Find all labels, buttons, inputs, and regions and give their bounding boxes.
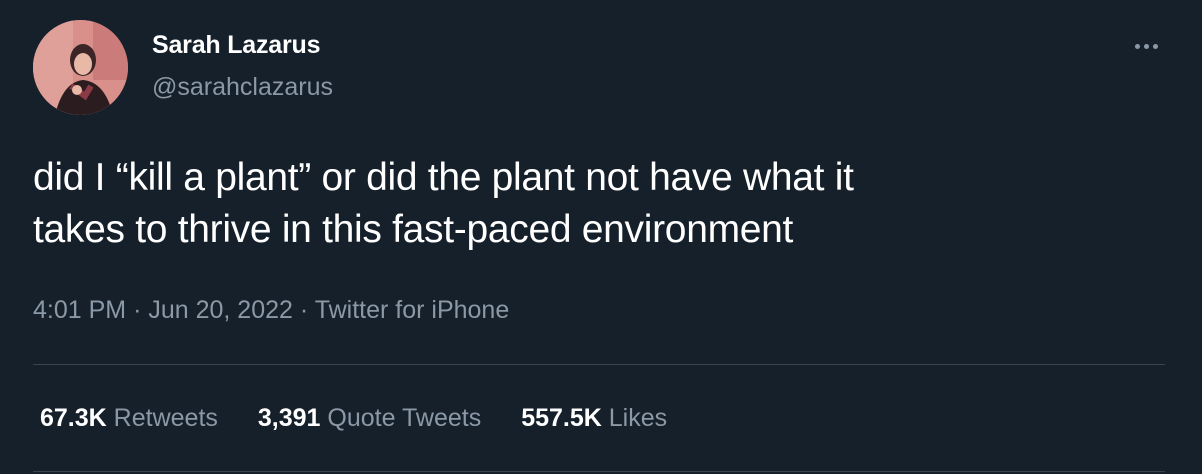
dot	[1134, 43, 1140, 49]
retweets-count: 67.3K	[40, 404, 107, 432]
tweet-card: Sarah Lazarus @sarahclazarus did I “kill…	[0, 0, 1202, 474]
user-handle[interactable]: @sarahclazarus	[152, 73, 333, 102]
avatar[interactable]	[33, 20, 128, 115]
dot	[1143, 43, 1149, 49]
engagement-stats: 67.3K Retweets 3,391 Quote Tweets 557.5K…	[40, 404, 667, 433]
more-horizontal-icon[interactable]	[1128, 34, 1164, 58]
divider	[33, 364, 1165, 365]
display-name[interactable]: Sarah Lazarus	[152, 31, 321, 60]
tweet-metadata: 4:01 PM · Jun 20, 2022 · Twitter for iPh…	[33, 296, 509, 325]
tweet-text: did I “kill a plant” or did the plant no…	[33, 152, 1153, 256]
separator: ·	[133, 296, 142, 324]
quote-tweets-label: Quote Tweets	[327, 404, 482, 432]
separator: ·	[299, 296, 309, 324]
tweet-text-line: did I “kill a plant” or did the plant no…	[33, 156, 854, 199]
quote-tweets-stat[interactable]: 3,391 Quote Tweets	[258, 404, 481, 433]
retweets-stat[interactable]: 67.3K Retweets	[40, 404, 218, 433]
dot	[1152, 43, 1158, 49]
avatar-image	[33, 20, 128, 115]
likes-stat[interactable]: 557.5K Likes	[521, 404, 667, 433]
quote-tweets-count: 3,391	[257, 404, 321, 432]
divider	[33, 471, 1165, 472]
tweet-source[interactable]: Twitter for iPhone	[315, 296, 510, 324]
retweets-label: Retweets	[113, 404, 218, 432]
likes-count: 557.5K	[521, 404, 602, 432]
likes-label: Likes	[608, 404, 668, 432]
tweet-time[interactable]: 4:01 PM	[33, 296, 126, 324]
tweet-date[interactable]: Jun 20, 2022	[148, 296, 293, 324]
tweet-text-line: takes to thrive in this fast-paced envir…	[33, 208, 794, 251]
